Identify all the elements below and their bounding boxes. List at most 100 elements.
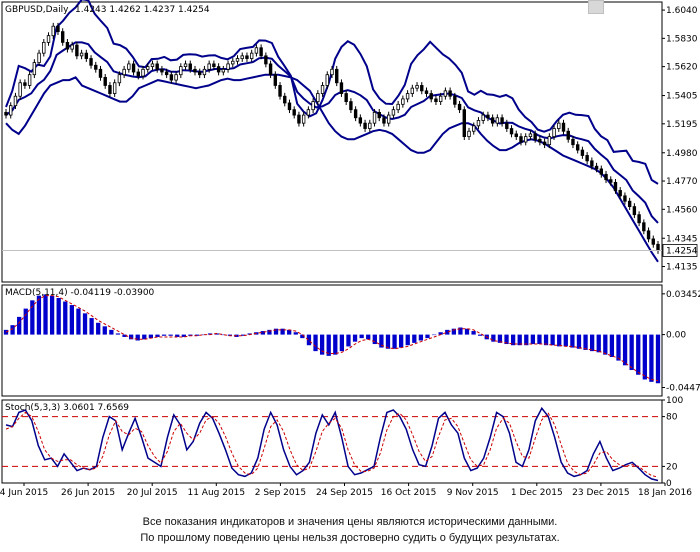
macd-histogram-bar (293, 332, 298, 335)
macd-histogram-bar (306, 334, 312, 346)
candle-body (339, 82, 344, 94)
candle-body (590, 160, 594, 167)
macd-histogram-bar (96, 322, 101, 335)
macd-histogram-bar (43, 294, 48, 335)
chart-shift-marker[interactable] (588, 0, 604, 14)
macd-histogram-bar (418, 334, 424, 341)
candle-body (335, 68, 339, 84)
macd-histogram-bar (636, 334, 641, 375)
candle-body (505, 122, 509, 129)
macd-histogram-bar (425, 334, 430, 339)
price-panel (1, 1, 663, 283)
candle-body (9, 105, 13, 116)
macd-histogram-bar (109, 329, 114, 335)
price-tick-3: 1.5405 (666, 92, 698, 102)
candle-body (89, 58, 93, 66)
candle-body (297, 114, 301, 124)
candle-body (65, 41, 70, 50)
candle-body (372, 111, 377, 124)
stoch-main-line (5, 406, 659, 482)
candle-body (528, 133, 533, 138)
candle-body (599, 168, 604, 175)
macd-histogram-bar (649, 334, 654, 382)
candle-body (259, 47, 263, 57)
candle-body (32, 62, 37, 76)
candle-body (292, 109, 296, 116)
candle-body (273, 74, 278, 86)
candle-body (79, 52, 84, 57)
macd-histogram-bar (168, 334, 173, 336)
candle-body (226, 63, 230, 70)
candle-body (353, 109, 358, 119)
forex-chart: 1.6040 1.5830 1.5620 1.5405 1.5195 1.4980 1.47… (0, 0, 700, 498)
candle-body (538, 138, 542, 143)
macd-histogram-bar (313, 334, 318, 352)
macd-histogram-bar (537, 334, 542, 345)
macd-histogram-bar (596, 334, 601, 353)
candle-body (60, 31, 65, 43)
candle-body (169, 74, 174, 81)
candle-body (344, 93, 348, 103)
macd-histogram-bar (49, 295, 55, 335)
disclaimer: Все показания индикаторов и значения цен… (0, 514, 700, 546)
macd-histogram-bar (161, 334, 167, 336)
candle-body (467, 130, 471, 138)
macd-histogram-bar (570, 334, 575, 348)
candle-body (56, 25, 60, 33)
macd-histogram-bar (366, 334, 371, 340)
candle-body (4, 111, 8, 116)
macd-histogram-bar (82, 313, 88, 335)
macd-tick-0: 0.03452 (666, 290, 700, 300)
macd-panel (1, 284, 663, 397)
candle-body (382, 117, 386, 124)
candle-body (235, 58, 240, 62)
candle-body (594, 165, 599, 170)
macd-histogram-bar (76, 308, 81, 335)
candle-body (604, 173, 608, 181)
candle-body (632, 206, 637, 216)
candle-body (306, 109, 311, 116)
candle-body (268, 63, 273, 76)
macd-histogram-bar (412, 334, 417, 343)
macd-histogram-bar (609, 334, 615, 358)
candle-body (457, 103, 462, 111)
candle-body (46, 35, 51, 43)
candle-body (429, 93, 433, 100)
candle-body (254, 47, 259, 54)
macd-histogram-bar (583, 334, 588, 350)
macd-histogram-bar (557, 334, 562, 347)
macd-histogram-bar (56, 297, 61, 335)
current-price-label: 1.4254 (666, 247, 698, 257)
macd-histogram-bar (3, 329, 9, 335)
candle-body (542, 141, 547, 146)
candle-body (410, 87, 415, 94)
candle-body (377, 111, 381, 119)
macd-histogram-bar (603, 334, 608, 355)
candle-body (462, 109, 466, 138)
price-tick-2: 1.5620 (666, 63, 698, 73)
candle-body (438, 95, 443, 103)
candle-body (443, 90, 448, 97)
candle-body (514, 133, 518, 138)
macd-histogram-bar (629, 334, 634, 371)
candle-body (481, 114, 485, 121)
x-tick-label-0: 4 Jun 2015 (0, 488, 48, 498)
candle-body (136, 71, 140, 77)
macd-histogram-bar (431, 334, 437, 336)
candle-body (216, 66, 221, 73)
macd-histogram-bar (392, 334, 397, 349)
macd-histogram-bar (89, 318, 94, 335)
candle-body (141, 68, 145, 77)
candle-body (557, 122, 561, 129)
candle-body (609, 179, 613, 183)
macd-histogram-bar (576, 334, 582, 349)
candle-body (524, 136, 528, 143)
macd-label: MACD(5,11,4) -0.04119 -0.03900 (5, 288, 155, 298)
macd-histogram-bar (36, 295, 42, 335)
candle-body (150, 63, 155, 68)
candle-body (240, 55, 244, 59)
candle-body (405, 93, 410, 100)
candle-body (131, 63, 136, 73)
x-tick-label-2: 20 Jul 2015 (127, 488, 178, 498)
candle-body (627, 200, 632, 208)
